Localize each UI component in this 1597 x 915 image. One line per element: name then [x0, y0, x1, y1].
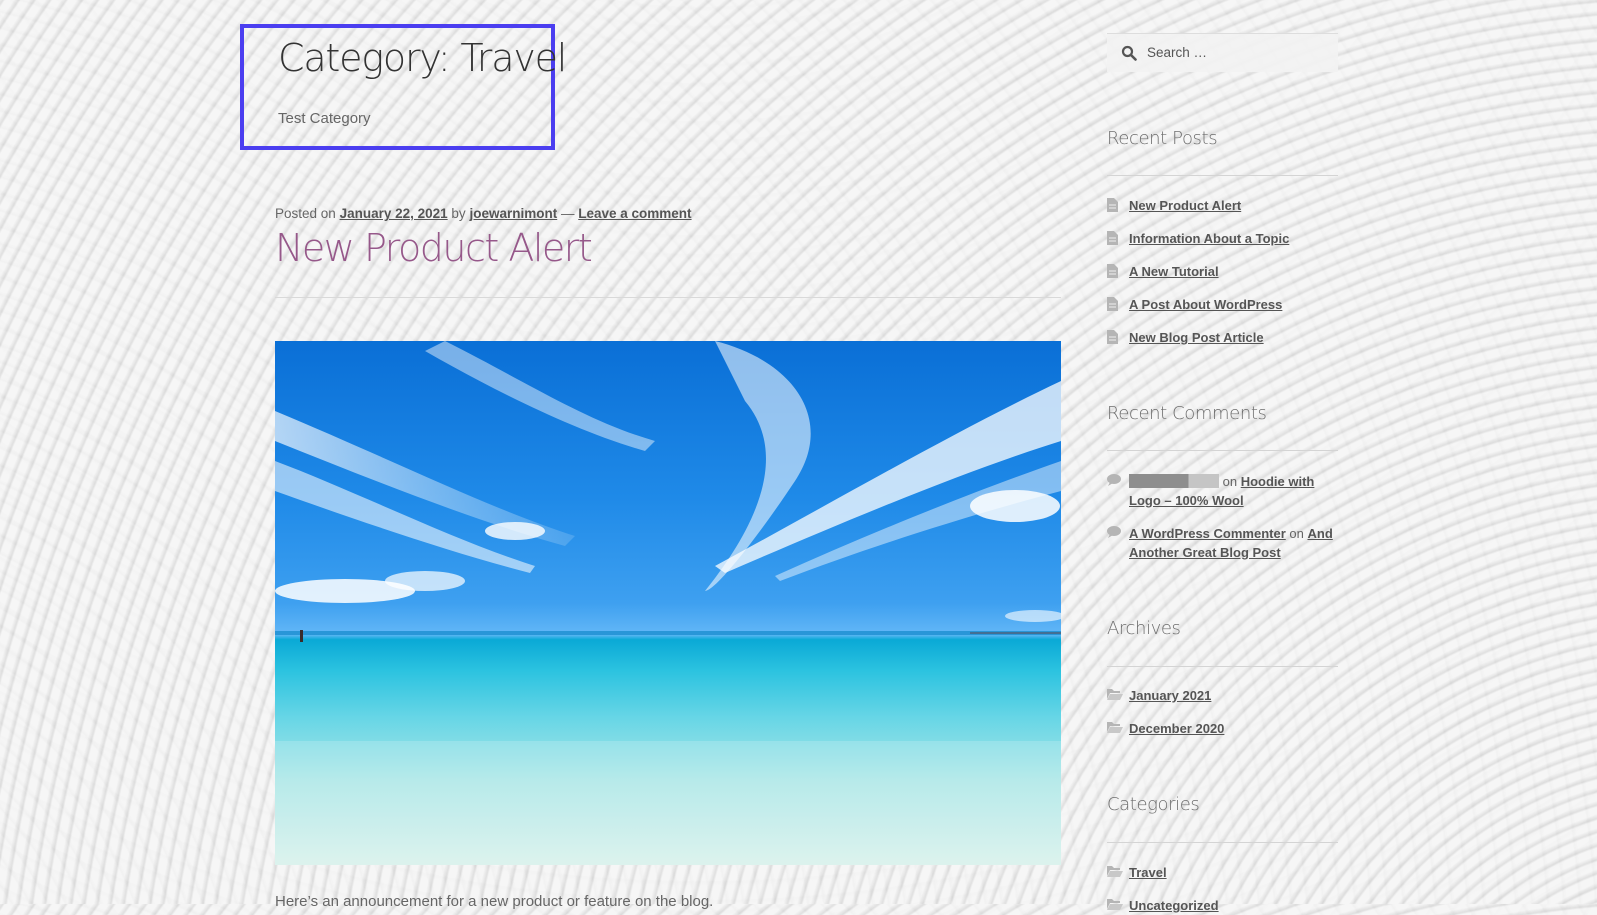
leave-comment-link[interactable]: Leave a comment	[578, 206, 691, 221]
folder-open-icon	[1107, 866, 1123, 877]
document-icon	[1107, 330, 1118, 344]
comment-author-link[interactable]: A WordPress Commenter	[1129, 526, 1286, 541]
document-icon	[1107, 297, 1118, 311]
post-meta: Posted on January 22, 2021 by joewarnimo…	[275, 206, 692, 221]
category-description: Test Category	[278, 110, 371, 127]
widget-divider	[1107, 842, 1338, 843]
widget-divider	[1107, 175, 1338, 176]
post-title-link[interactable]: New Product Alert	[275, 226, 593, 270]
search-input[interactable]	[1141, 34, 1331, 71]
page: Category: Travel Test Category Posted on…	[0, 0, 1597, 913]
recent-post-link[interactable]: New Blog Post Article	[1129, 330, 1264, 345]
archive-header: Category: Travel Test Category	[240, 24, 567, 150]
by-label: by	[451, 206, 466, 221]
search-form	[1107, 33, 1338, 72]
categories-title: Categories	[1107, 794, 1200, 815]
recent-comments-title: Recent Comments	[1107, 403, 1267, 424]
widget-divider	[1107, 450, 1338, 451]
recent-post-link[interactable]: A Post About WordPress	[1129, 297, 1282, 312]
post-date-link[interactable]: January 22, 2021	[340, 206, 448, 221]
document-icon	[1107, 198, 1118, 212]
folder-open-icon	[1107, 722, 1123, 733]
category-link[interactable]: Travel	[1129, 865, 1167, 880]
post-author-link[interactable]: joewarnimont	[469, 206, 557, 221]
recent-posts-title: Recent Posts	[1107, 128, 1218, 149]
recent-post-link[interactable]: A New Tutorial	[1129, 264, 1219, 279]
document-icon	[1107, 264, 1118, 278]
post-divider	[275, 297, 1061, 298]
page-title: Category: Travel	[278, 36, 567, 80]
posted-on-label: Posted on	[275, 206, 336, 221]
post-featured-image[interactable]	[275, 341, 1061, 865]
meta-separator: —	[560, 206, 575, 221]
beach-photo	[275, 341, 1061, 865]
archives-title: Archives	[1107, 618, 1181, 639]
recent-post-link[interactable]: Information About a Topic	[1129, 231, 1289, 246]
widget-divider	[1107, 666, 1338, 667]
search-icon[interactable]	[1121, 45, 1137, 61]
recent-post-link[interactable]: New Product Alert	[1129, 198, 1241, 213]
category-link[interactable]: Uncategorized	[1129, 898, 1219, 913]
folder-open-icon	[1107, 899, 1123, 910]
archive-link[interactable]: January 2021	[1129, 688, 1211, 703]
comment-icon	[1107, 526, 1121, 538]
archive-link[interactable]: December 2020	[1129, 721, 1224, 736]
redacted-comment-author	[1129, 474, 1219, 488]
document-icon	[1107, 231, 1118, 245]
on-label: on	[1289, 526, 1304, 541]
folder-open-icon	[1107, 689, 1123, 700]
on-label: on	[1222, 474, 1238, 489]
post-excerpt: Here’s an announcement for a new product…	[275, 893, 714, 910]
comment-icon	[1107, 474, 1121, 486]
